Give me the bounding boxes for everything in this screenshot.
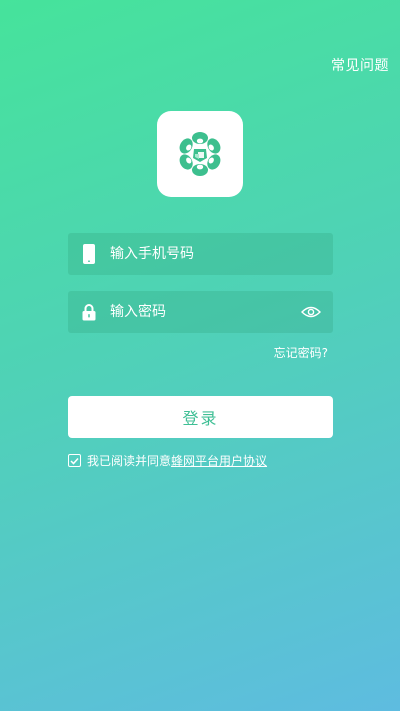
password-input[interactable] (110, 291, 289, 333)
login-button[interactable]: 登录 (68, 396, 333, 438)
eye-icon[interactable] (289, 291, 333, 333)
forgot-password-link[interactable]: 忘记密码? (274, 344, 328, 361)
app-logo (157, 111, 243, 197)
flower-logo-icon (179, 132, 221, 176)
password-field (68, 291, 333, 333)
phone-field (68, 233, 333, 275)
phone-icon (68, 244, 110, 264)
agreement-checkbox[interactable] (68, 454, 81, 467)
agreement-row: 我已阅读并同意 蜂网平台用户协议 (68, 452, 267, 469)
phone-input[interactable] (110, 233, 333, 275)
agreement-text: 我已阅读并同意 (87, 454, 172, 468)
faq-link[interactable]: 常见问题 (331, 55, 389, 75)
checkmark-icon (70, 457, 79, 465)
login-screen: 常见问题 输入手机号码 忘记密码? 登录 我已阅读并同意 蜂网平台用户协议 (0, 0, 400, 711)
lock-icon (68, 303, 110, 321)
user-agreement-link[interactable]: 蜂网平台用户协议 (171, 452, 267, 469)
